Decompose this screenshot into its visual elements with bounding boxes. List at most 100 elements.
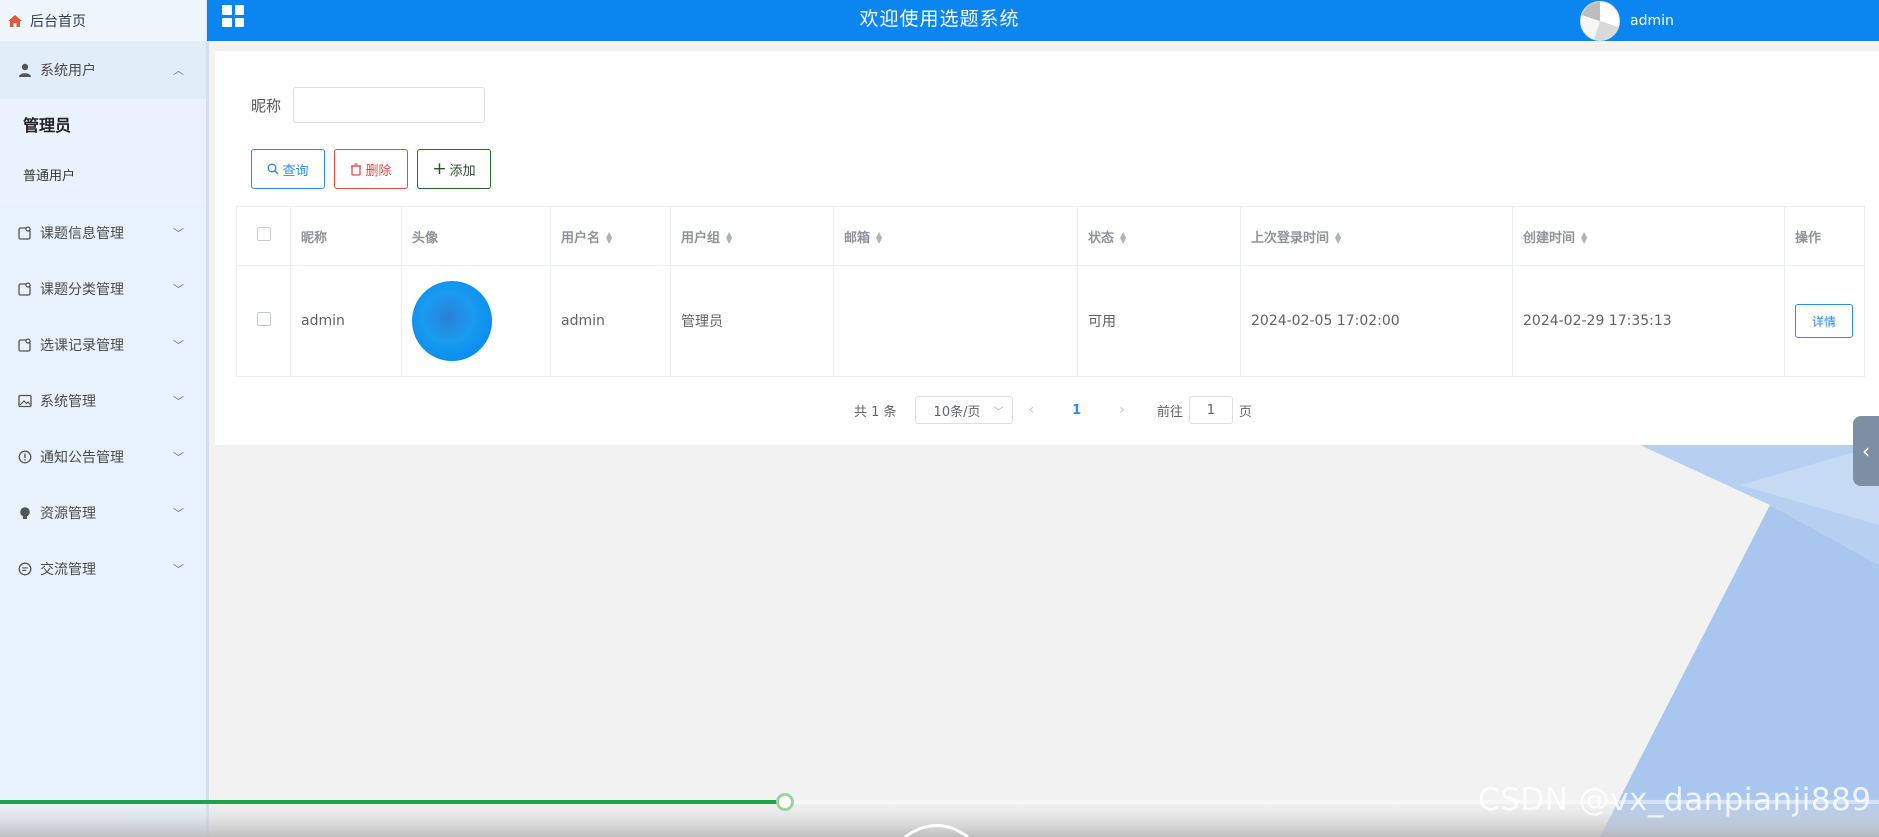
group-cell: 管理员 [670,265,834,377]
sidebar: 系统用户 ︿ 管理员 普通用户 课题信息管理 ﹀ 课题分类管理 ﹀ 选课记录管理… [0,41,209,837]
sidebar-item-admin[interactable]: 管理员 [0,99,206,149]
select-all-checkbox[interactable] [256,227,271,241]
column-header-label: 邮箱 [844,230,871,246]
trash-icon [351,162,362,176]
column-header[interactable]: 邮箱 ▲ ▼ [833,206,1078,266]
sidebar-item-label: 普通用户 [23,168,76,184]
page-size-value: 10条/页 [933,404,981,420]
column-header-label: 状态 [1088,230,1115,246]
page-number[interactable]: 1 [1072,403,1081,418]
menu-grid-icon[interactable] [222,5,244,27]
column-header: 操作 [1784,206,1865,266]
sidebar-item-label: 系统管理 [40,394,96,410]
main-panel: 昵称 查询 删除 + 添加 昵称 头像 用户名 ▲ ▼ 用户组 ▲ ▼ 邮箱 ▲ ▼ 状态 ▲… [215,51,1879,445]
sort-icon[interactable]: ▲ ▼ [1120,231,1126,245]
sort-icon[interactable]: ▲ ▼ [726,231,732,245]
sidebar-item-label: 课题信息管理 [40,226,124,242]
sidebar-item-label: 系统用户 [40,63,96,79]
detail-button-label: 详情 [1811,314,1836,329]
column-header[interactable]: 用户名 ▲ ▼ [550,206,671,266]
table-header-row: 昵称 头像 用户名 ▲ ▼ 用户组 ▲ ▼ 邮箱 ▲ ▼ 状态 ▲ ▼ 上次登录时间 ▲ ▼ 创建时… [236,206,1865,266]
sidebar-item-system-management[interactable]: 系统管理 ﹀ [0,373,206,429]
chevron-down-icon: ﹀ [173,283,184,296]
column-header: 昵称 [290,206,402,266]
column-header-label: 用户名 [561,230,601,246]
username-label: admin [1630,12,1674,29]
sidebar-item-label: 管理员 [23,116,72,135]
sidebar-item-system-users[interactable]: 系统用户 ︿ [0,41,206,99]
sort-icon[interactable]: ▲ ▼ [1335,231,1341,245]
chevron-down-icon: ﹀ [173,395,184,408]
sidebar-item-course-records[interactable]: 选课记录管理 ﹀ [0,317,206,373]
pagination: 共 1 条 10条/页 ﹀ ‹ 1 › 前往 页 [854,396,1252,424]
column-header: 头像 [401,206,551,266]
user-menu[interactable]: admin [1580,0,1674,41]
column-header-label: 创建时间 [1523,230,1576,246]
column-header[interactable]: 创建时间 ▲ ▼ [1512,206,1785,266]
nickname-search-input[interactable] [293,87,485,123]
detail-button[interactable]: 详情 [1795,304,1853,338]
sidebar-item-notice-management[interactable]: 通知公告管理 ﹀ [0,429,206,485]
action-cell: 详情 [1784,265,1865,377]
home-link-label: 后台首页 [30,13,86,30]
next-page-icon[interactable]: › [1119,402,1125,418]
row-select-cell [236,265,291,377]
status-cell: 可用 [1077,265,1241,377]
sidebar-item-label: 课题分类管理 [40,282,124,298]
add-button[interactable]: + 添加 [417,149,491,189]
table-row: admin admin 管理员 可用 2024-02-05 17:02:00 2… [236,265,1865,377]
chevron-up-icon: ︿ [173,64,184,77]
column-header[interactable]: 上次登录时间 ▲ ▼ [1240,206,1513,266]
sidebar-item-label: 交流管理 [40,562,96,578]
created-cell: 2024-02-29 17:35:13 [1512,265,1785,377]
nickname-cell: admin [290,265,402,377]
info-icon [18,450,32,464]
background-decoration [1600,445,1879,837]
sort-icon[interactable]: ▲ ▼ [876,231,882,245]
last-login-cell: 2024-02-05 17:02:00 [1240,265,1513,377]
sidebar-item-topic-category[interactable]: 课题分类管理 ﹀ [0,261,206,317]
query-button[interactable]: 查询 [251,149,325,189]
pagination-total: 共 1 条 [854,404,897,420]
column-header-label: 昵称 [301,230,328,246]
sidebar-item-label: 通知公告管理 [40,450,124,466]
sidebar-item-topic-info[interactable]: 课题信息管理 ﹀ [0,205,206,261]
sort-icon[interactable]: ▲ ▼ [606,231,612,245]
goto-page-input[interactable] [1188,396,1233,424]
collapse-tab[interactable]: ‹ [1853,416,1879,486]
sort-icon[interactable]: ▲ ▼ [1581,231,1587,245]
video-progress-fill [0,800,786,804]
goto-label: 前往 [1156,404,1183,420]
add-button-label: 添加 [449,163,476,179]
column-header[interactable]: 状态 ▲ ▼ [1077,206,1241,266]
page-size-select[interactable]: 10条/页 ﹀ [914,396,1013,424]
user-avatar [412,281,492,361]
chat-icon [18,562,32,576]
row-checkbox[interactable] [256,312,271,326]
chevron-left-icon: ‹ [1862,439,1870,463]
submenu-system-users: 管理员 普通用户 [0,99,206,205]
home-link[interactable]: 后台首页 [0,0,207,41]
watermark: CSDN @vx_danpianji889 [1478,782,1872,818]
column-header-label: 用户组 [681,230,721,246]
chevron-down-icon: ﹀ [993,406,1004,418]
delete-button-label: 删除 [365,163,392,179]
goto-suffix: 页 [1238,404,1252,420]
username-cell: admin [550,265,671,377]
tag-icon [18,226,32,240]
sidebar-item-resource-management[interactable]: 资源管理 ﹀ [0,485,206,541]
delete-button[interactable]: 删除 [334,149,408,189]
prev-page-icon[interactable]: ‹ [1029,402,1035,418]
sidebar-item-label: 选课记录管理 [40,338,124,354]
picture-icon [18,394,32,408]
avatar[interactable] [1580,0,1620,41]
select-all-cell [236,206,291,266]
sidebar-item-normal-user[interactable]: 普通用户 [0,149,206,199]
sidebar-item-communication[interactable]: 交流管理 ﹀ [0,541,206,597]
search-label: 昵称 [251,97,282,115]
tag-icon [18,282,32,296]
column-header[interactable]: 用户组 ▲ ▼ [670,206,834,266]
email-cell [833,265,1078,377]
video-progress-thumb[interactable] [776,793,795,811]
tag-icon [18,338,32,352]
